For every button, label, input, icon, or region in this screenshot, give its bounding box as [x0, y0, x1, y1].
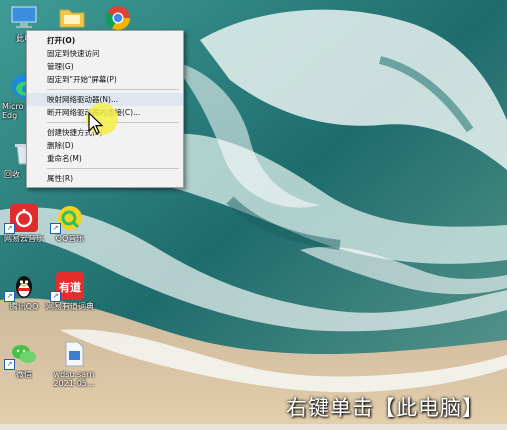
- menu-item-open[interactable]: 打开(O): [27, 34, 183, 47]
- desktop-icon-label: 网易云音乐: [4, 234, 44, 243]
- mouse-pointer-icon: [88, 112, 104, 135]
- desktop-icon-qq-music[interactable]: ↗ QQ音乐: [50, 204, 90, 248]
- desktop-icon-label: QQ音乐: [55, 234, 85, 243]
- bottom-strip: [0, 424, 507, 430]
- desktop-icon-wechat[interactable]: ↗ 微信: [4, 340, 44, 384]
- caption-text: 右键单击【此电脑】: [286, 396, 484, 420]
- shortcut-arrow-icon: ↗: [50, 291, 61, 302]
- desktop-icon-netease-music[interactable]: ↗ 网易云音乐: [4, 204, 44, 248]
- desktop-icon-label: wdsu.sarn 2021-05...: [53, 370, 95, 388]
- svg-text:有道: 有道: [59, 280, 81, 294]
- menu-item-pin-start[interactable]: 固定到"开始"屏幕(P): [27, 73, 183, 86]
- chrome-icon: [104, 4, 132, 32]
- file-icon: [60, 340, 88, 368]
- menu-item-pin-quick-access[interactable]: 固定到快速访问: [27, 47, 183, 60]
- desktop-icon-qq[interactable]: ↗ 腾讯QQ: [4, 272, 44, 316]
- menu-item-delete[interactable]: 删除(D): [27, 139, 183, 152]
- menu-separator: [47, 89, 179, 90]
- desktop-icon-label: 回收: [4, 170, 20, 179]
- computer-icon: [10, 4, 38, 32]
- menu-item-manage[interactable]: 管理(G): [27, 60, 183, 73]
- shortcut-arrow-icon: ↗: [4, 223, 15, 234]
- desktop-icon-label: 微信: [16, 370, 32, 379]
- shortcut-arrow-icon: ↗: [4, 359, 15, 370]
- shortcut-arrow-icon: ↗: [4, 291, 15, 302]
- desktop-icon-label: 腾讯QQ: [9, 302, 39, 311]
- desktop-icon-youdao[interactable]: 有道 ↗ 网易有道词典: [46, 272, 94, 316]
- folder-icon: [58, 4, 86, 32]
- desktop-icon-label: 网易有道词典: [46, 302, 94, 311]
- menu-item-rename[interactable]: 重命名(M): [27, 152, 183, 165]
- menu-separator: [47, 168, 179, 169]
- shortcut-arrow-icon: ↗: [50, 223, 61, 234]
- menu-item-properties[interactable]: 属性(R): [27, 172, 183, 185]
- desktop-icon-file[interactable]: wdsu.sarn 2021-05...: [53, 340, 95, 388]
